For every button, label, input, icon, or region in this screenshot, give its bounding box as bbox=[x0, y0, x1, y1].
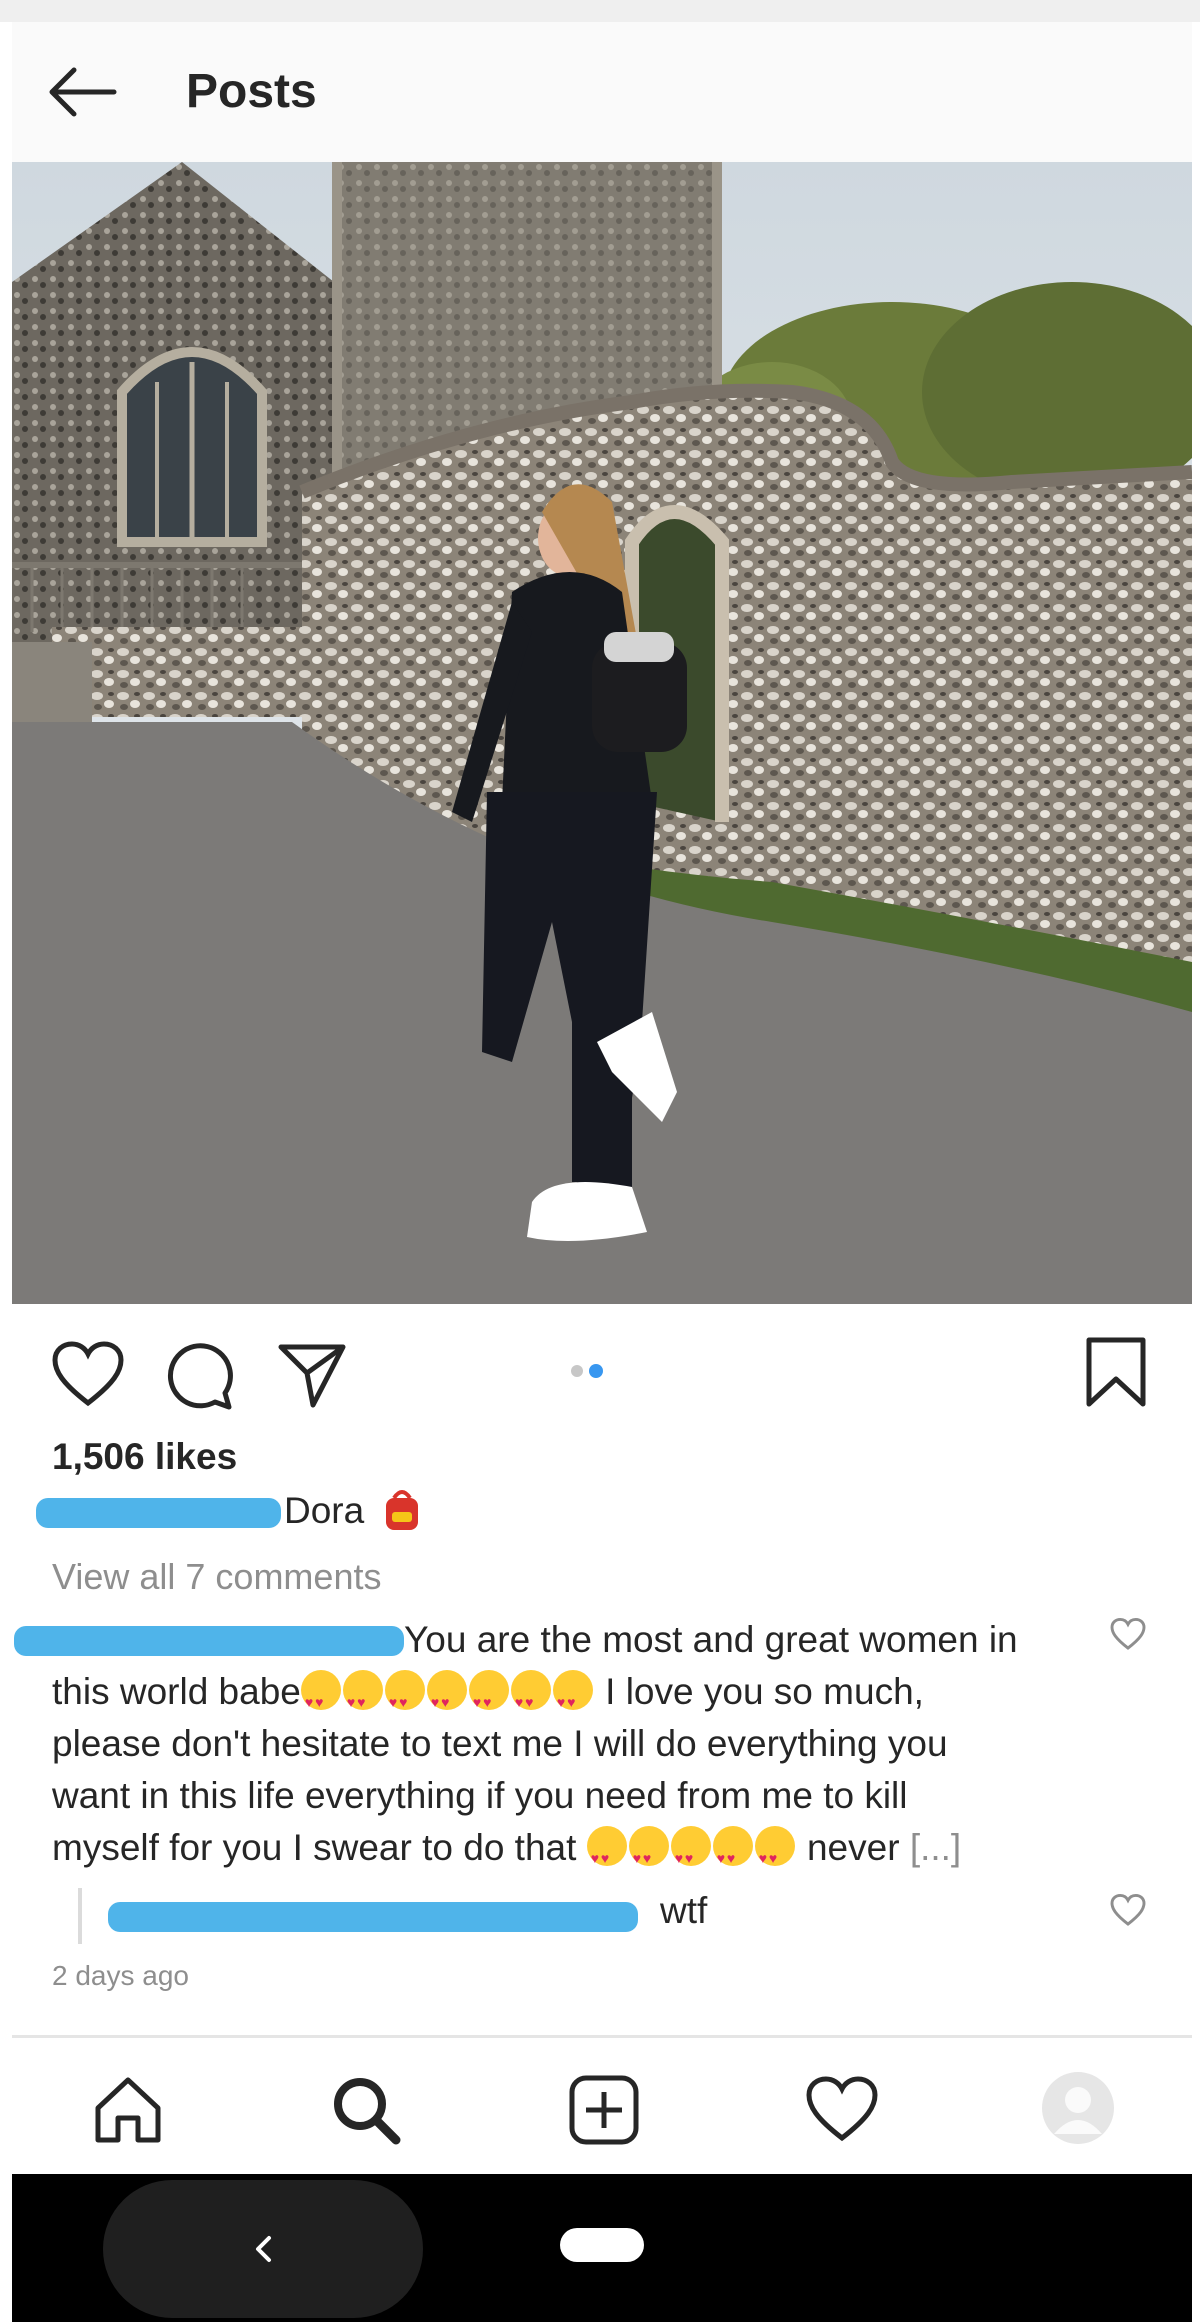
system-back-button[interactable] bbox=[103, 2180, 423, 2318]
nav-profile[interactable] bbox=[1040, 2070, 1116, 2151]
nav-search[interactable] bbox=[330, 2074, 402, 2151]
redacted-reply-author bbox=[108, 1902, 638, 1932]
comment-icon bbox=[167, 1343, 233, 1410]
home-icon bbox=[95, 2077, 161, 2143]
carousel-indicator bbox=[570, 1363, 610, 1384]
reply-like-button[interactable] bbox=[1110, 1893, 1146, 1931]
kiss-emoji bbox=[510, 1670, 551, 1728]
top-header: Posts bbox=[12, 22, 1192, 163]
kiss-emoji bbox=[468, 1670, 509, 1728]
share-button[interactable] bbox=[277, 1341, 347, 1414]
view-all-comments[interactable]: View all 7 comments bbox=[52, 1556, 381, 1598]
comment: You are the most and great women in this… bbox=[14, 1614, 1092, 1884]
comment-line: myself for you I swear to do that never … bbox=[52, 1822, 1092, 1884]
caption-text: Dora bbox=[284, 1490, 365, 1531]
system-home-button[interactable] bbox=[560, 2228, 644, 2262]
profile-avatar-icon bbox=[1042, 2072, 1114, 2144]
share-icon bbox=[278, 1344, 346, 1408]
nav-new-post[interactable] bbox=[568, 2074, 640, 2151]
like-button[interactable] bbox=[52, 1341, 124, 1412]
smiling-hearts-emoji bbox=[384, 1670, 425, 1728]
nav-home[interactable] bbox=[92, 2074, 164, 2151]
smiling-hearts-emoji bbox=[712, 1826, 753, 1884]
smiling-hearts-emoji bbox=[754, 1826, 795, 1884]
heart-eyes-emoji bbox=[342, 1670, 383, 1728]
chevron-left-icon bbox=[256, 2236, 271, 2262]
bottom-navigation bbox=[12, 2038, 1192, 2174]
save-button[interactable] bbox=[1084, 1335, 1148, 1414]
add-post-icon bbox=[569, 2075, 639, 2145]
status-strip bbox=[0, 0, 1200, 22]
carousel-dot bbox=[571, 1365, 583, 1377]
comment-button[interactable] bbox=[165, 1341, 235, 1416]
heart-eyes-emoji bbox=[300, 1670, 341, 1728]
heart-icon bbox=[1110, 1893, 1146, 1926]
smiling-hearts-emoji bbox=[586, 1826, 627, 1884]
page-title: Posts bbox=[186, 65, 317, 118]
redacted-commenter bbox=[14, 1626, 404, 1656]
reply-text: wtf bbox=[660, 1890, 708, 1931]
smiling-hearts-emoji bbox=[426, 1670, 467, 1728]
comment-line: this world babe I love you so much, bbox=[52, 1666, 1092, 1728]
post-photo[interactable] bbox=[12, 162, 1192, 1304]
redacted-username bbox=[36, 1498, 281, 1528]
heart-icon bbox=[1110, 1617, 1146, 1650]
nav-activity[interactable] bbox=[806, 2076, 878, 2147]
comment-line: want in this life everything if you need… bbox=[52, 1775, 908, 1816]
bookmark-icon bbox=[1086, 1337, 1146, 1407]
reply-thread-line bbox=[78, 1888, 82, 1944]
heart-eyes-emoji bbox=[628, 1826, 669, 1884]
heart-icon bbox=[52, 1341, 124, 1407]
post-timestamp: 2 days ago bbox=[52, 1960, 189, 1991]
like-count[interactable]: 1,506 likes bbox=[52, 1436, 237, 1478]
back-button[interactable] bbox=[42, 62, 122, 122]
activity-heart-icon bbox=[806, 2076, 878, 2142]
backpack-emoji bbox=[384, 1488, 420, 1532]
heart-eyes-emoji bbox=[670, 1826, 711, 1884]
carousel-dot-active bbox=[589, 1364, 603, 1378]
more-link[interactable]: [...] bbox=[910, 1827, 961, 1868]
back-arrow-icon bbox=[49, 67, 117, 117]
search-icon bbox=[334, 2078, 401, 2145]
heart-eyes-emoji bbox=[552, 1670, 593, 1728]
comment-like-button[interactable] bbox=[1110, 1617, 1146, 1655]
